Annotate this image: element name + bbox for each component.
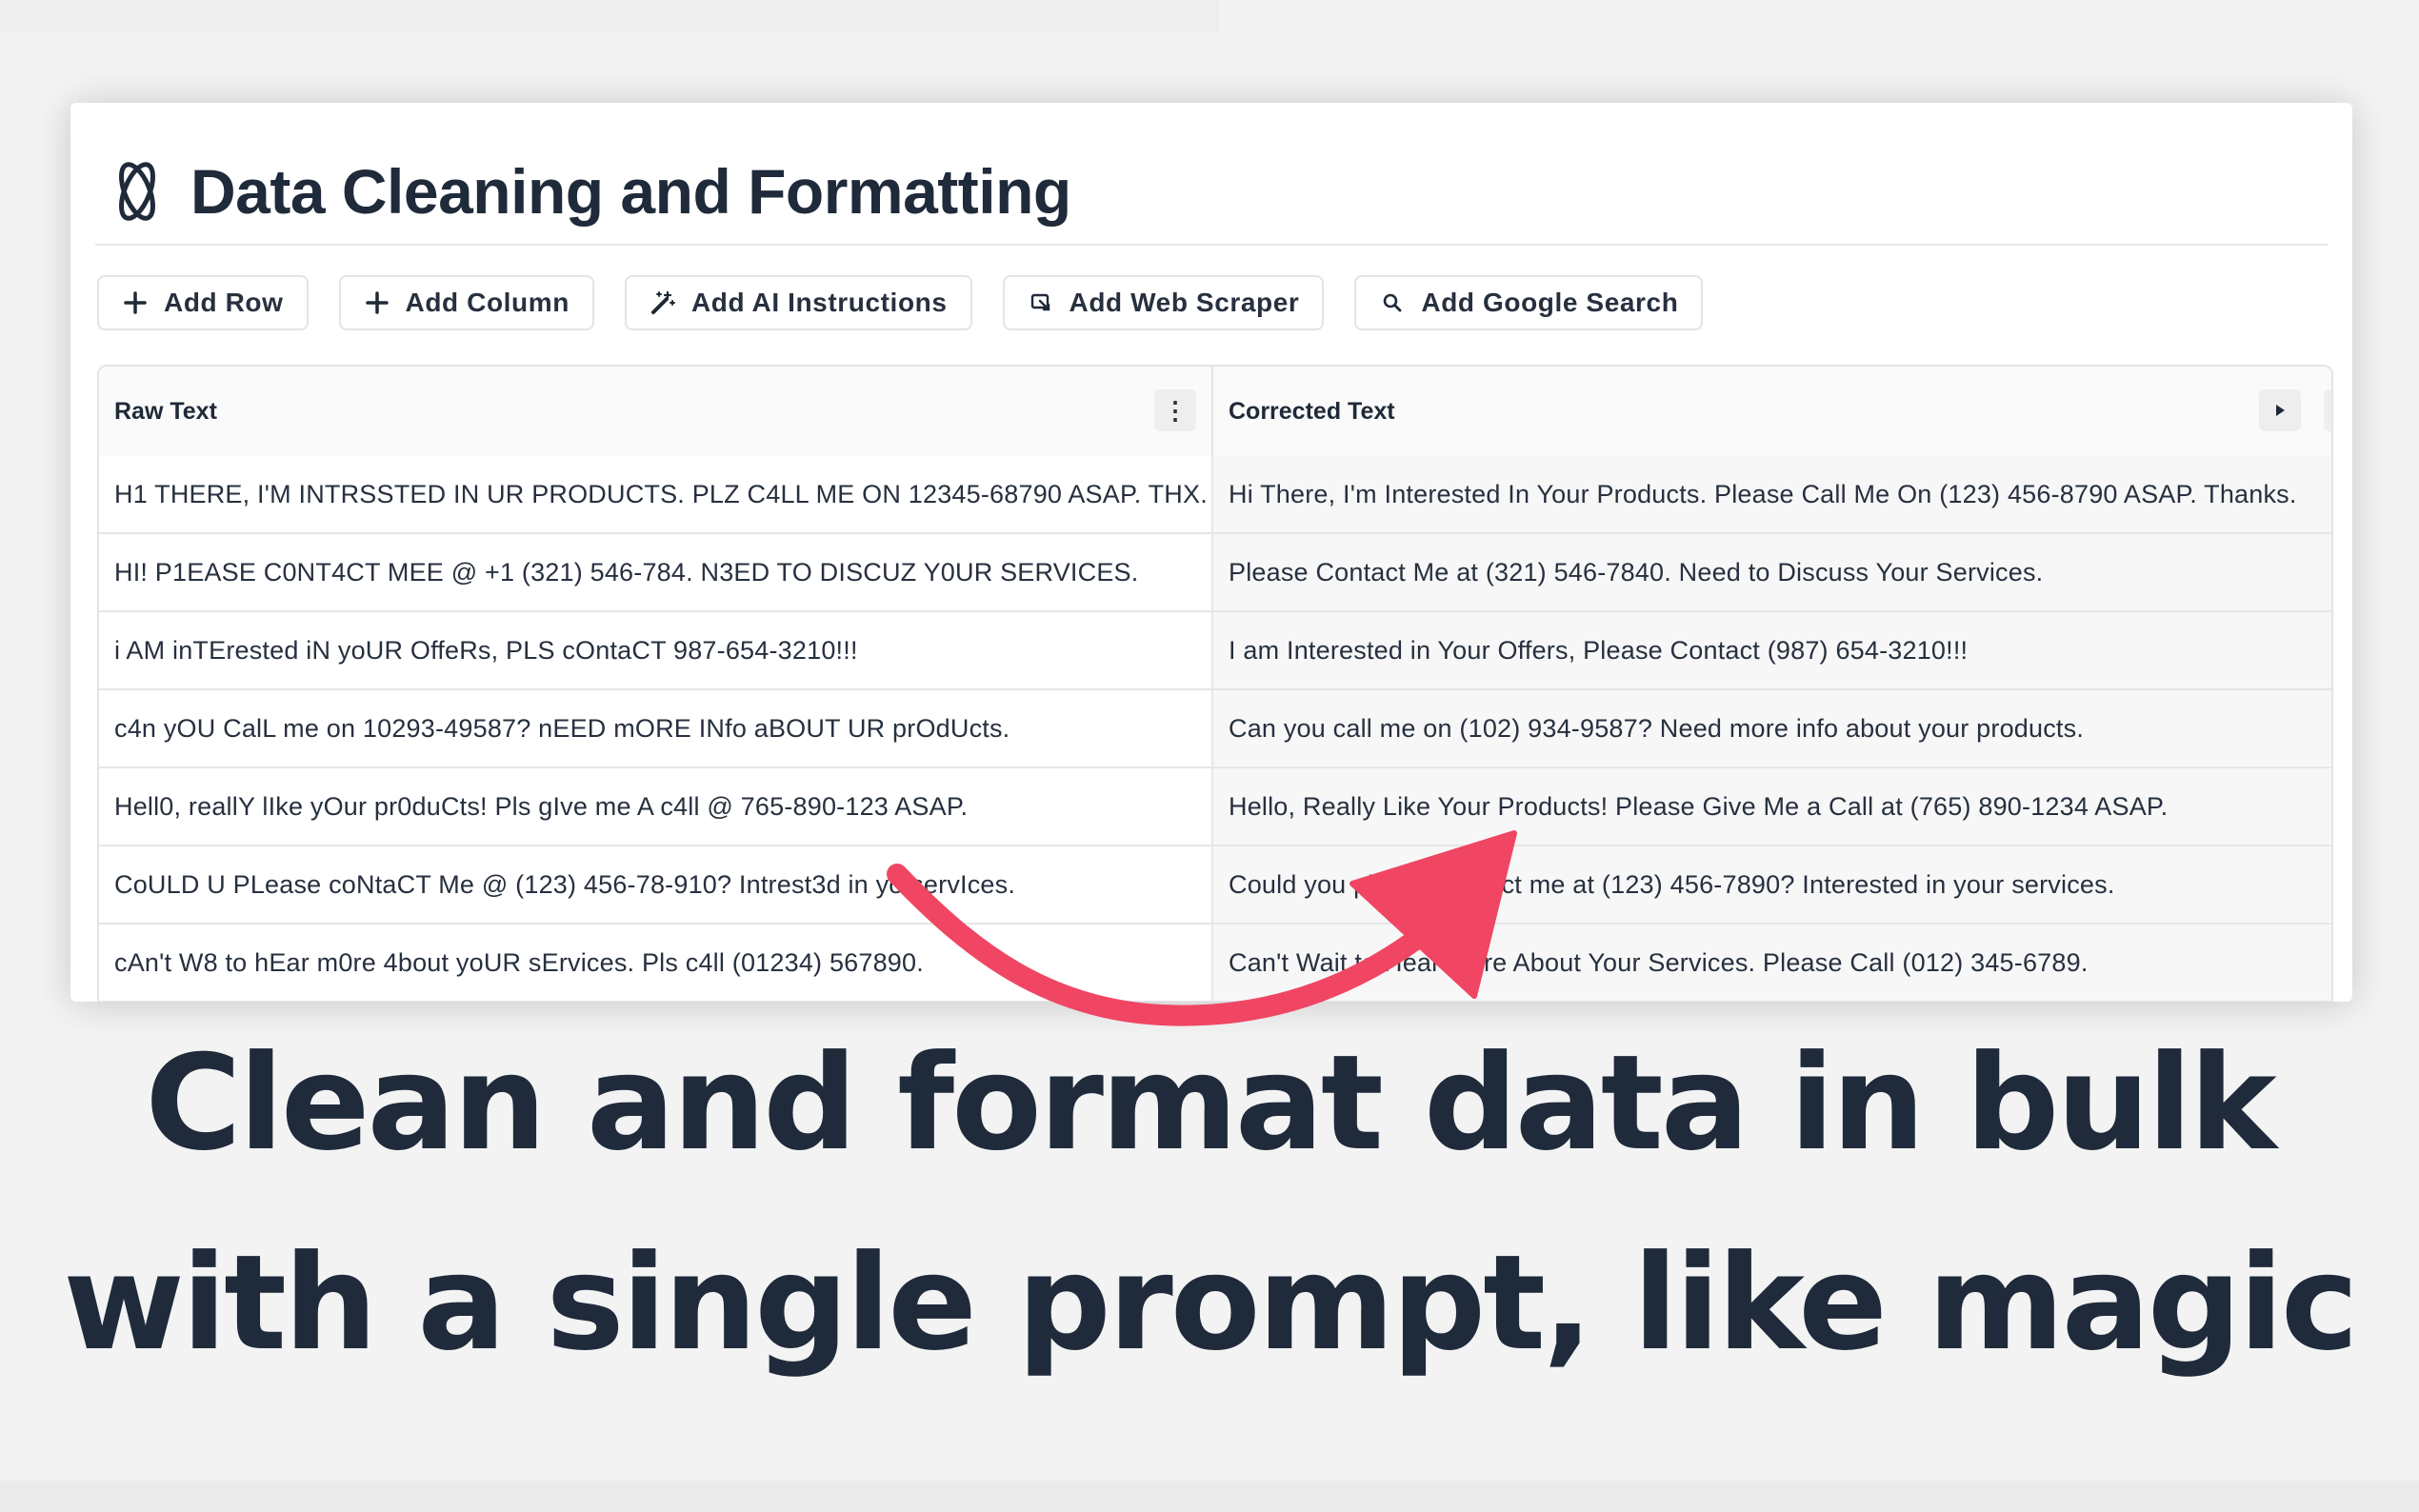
table-row: HI! P1EASE C0NT4CT MEE @ +1 (321) 546-78…: [99, 534, 2331, 612]
title-row: Data Cleaning and Formatting: [112, 139, 1071, 244]
add-ai-instructions-label: Add AI Instructions: [690, 288, 948, 317]
column-header-raw-text[interactable]: Raw Text ⋮: [99, 367, 1213, 456]
table-header: Raw Text ⋮ Corrected Text: [99, 367, 2331, 458]
add-column-label: Add Column: [405, 288, 570, 317]
table-row: CoULD U PLease coNtaCT Me @ (123) 456-78…: [99, 846, 2331, 925]
corrected-text-cell[interactable]: I am Interested in Your Offers, Please C…: [1213, 612, 2331, 688]
data-table: Raw Text ⋮ Corrected Text H1 THERE, I'M …: [97, 365, 2333, 1002]
corrected-text-cell[interactable]: Could you please contact me at (123) 456…: [1213, 846, 2331, 923]
play-icon: [2276, 405, 2285, 416]
add-google-search-label: Add Google Search: [1421, 288, 1679, 317]
add-web-scraper-button[interactable]: Add Web Scraper: [1002, 275, 1325, 330]
headline-line-2: with a single prompt, like magic: [63, 1226, 2358, 1380]
add-row-label: Add Row: [164, 288, 284, 317]
title-divider: [95, 244, 2328, 246]
column-header-label: Raw Text: [114, 397, 217, 425]
raw-text-cell[interactable]: Hell0, reallY lIke yOur pr0duCts! Pls gI…: [99, 768, 1213, 845]
atom-logo-icon: [119, 162, 155, 221]
add-web-scraper-label: Add Web Scraper: [1069, 288, 1300, 317]
column-menu-button[interactable]: ⋮: [1154, 389, 1196, 431]
headline-line-1: Clean and format data in bulk: [145, 1026, 2276, 1180]
plus-icon: [122, 289, 149, 316]
raw-text-cell[interactable]: cAn't W8 to hEar m0re 4bout yoUR sErvice…: [99, 925, 1213, 1001]
top-strip: [0, 0, 1219, 32]
run-column-button[interactable]: [2259, 389, 2301, 431]
table-row: cAn't W8 to hEar m0re 4bout yoUR sErvice…: [99, 925, 2331, 1002]
table-row: c4n yOU CalL me on 10293-49587? nEED mOR…: [99, 690, 2331, 768]
bottom-strip: [0, 1481, 2419, 1512]
add-ai-instructions-button[interactable]: Add AI Instructions: [624, 275, 972, 330]
corrected-text-cell[interactable]: Can you call me on (102) 934-9587? Need …: [1213, 690, 2331, 766]
column-header-corrected-text[interactable]: Corrected Text: [1213, 367, 2331, 456]
web-scraper-icon: [1028, 289, 1054, 316]
toolbar: Add Row Add Column Add AI Instructions A…: [97, 275, 1733, 330]
corrected-text-cell[interactable]: Please Contact Me at (321) 546-7840. Nee…: [1213, 534, 2331, 610]
raw-text-cell[interactable]: i AM inTErested iN yoUR OffeRs, PLS cOnt…: [99, 612, 1213, 688]
magic-wand-icon: [650, 289, 676, 316]
corrected-text-cell[interactable]: Can't Wait to Hear More About Your Servi…: [1213, 925, 2331, 1001]
add-google-search-button[interactable]: Add Google Search: [1354, 275, 1704, 330]
kebab-menu-icon: ⋮: [1163, 395, 1188, 425]
raw-text-cell[interactable]: H1 THERE, I'M INTRSSTED IN UR PRODUCTS. …: [99, 456, 1213, 532]
raw-text-cell[interactable]: CoULD U PLease coNtaCT Me @ (123) 456-78…: [99, 846, 1213, 923]
raw-text-cell[interactable]: HI! P1EASE C0NT4CT MEE @ +1 (321) 546-78…: [99, 534, 1213, 610]
table-body: H1 THERE, I'M INTRSSTED IN UR PRODUCTS. …: [99, 456, 2331, 1002]
corrected-text-cell[interactable]: Hi There, I'm Interested In Your Product…: [1213, 456, 2331, 532]
column-header-label: Corrected Text: [1229, 397, 1395, 425]
add-row-button[interactable]: Add Row: [97, 275, 309, 330]
table-row: Hell0, reallY lIke yOur pr0duCts! Pls gI…: [99, 768, 2331, 846]
raw-text-cell[interactable]: c4n yOU CalL me on 10293-49587? nEED mOR…: [99, 690, 1213, 766]
table-row: H1 THERE, I'M INTRSSTED IN UR PRODUCTS. …: [99, 456, 2331, 534]
column-menu-button[interactable]: [2324, 389, 2331, 431]
table-row: i AM inTErested iN yoUR OffeRs, PLS cOnt…: [99, 612, 2331, 690]
search-icon: [1379, 289, 1406, 316]
add-column-button[interactable]: Add Column: [338, 275, 594, 330]
plus-icon: [364, 289, 390, 316]
page-title: Data Cleaning and Formatting: [190, 156, 1071, 227]
corrected-text-cell[interactable]: Hello, Really Like Your Products! Please…: [1213, 768, 2331, 845]
app-window: Data Cleaning and Formatting Add Row Add…: [70, 103, 2352, 1002]
